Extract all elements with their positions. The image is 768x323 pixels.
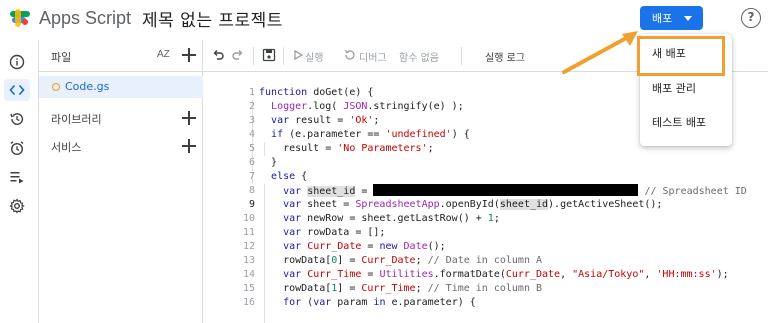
- code-text: rowData[0] = Curr_Date; // Date in colum…: [259, 255, 542, 266]
- line-number: 7: [248, 171, 255, 182]
- code-line: 15 rowData[1] = Curr_Time; // Time in co…: [203, 282, 768, 296]
- alarm-icon: [10, 141, 24, 156]
- executions-nav[interactable]: [4, 166, 30, 188]
- code-line: 13 rowData[0] = Curr_Date; // Date in co…: [203, 254, 768, 268]
- line-number: 9: [248, 199, 255, 210]
- add-library-icon[interactable]: [182, 111, 196, 125]
- code-text: function doGet(e) {: [259, 87, 374, 98]
- files-panel: 파일 AZ Code.gs 라이브러리 서비스: [38, 40, 204, 323]
- code-text: var result = 'Ok';: [271, 115, 380, 126]
- line-number: 10: [242, 213, 255, 224]
- settings-nav[interactable]: [4, 195, 30, 217]
- deploy-button-label: 배포: [652, 12, 673, 25]
- libraries-section: 라이브러리: [39, 105, 204, 131]
- line-number: 12: [242, 241, 255, 252]
- chevron-down-icon: [684, 16, 692, 21]
- app-name: Apps Script: [39, 8, 132, 28]
- left-rail: [0, 40, 36, 323]
- code-line: 12 var Curr_Date = new Date();: [203, 240, 768, 254]
- save-icon[interactable]: [262, 48, 276, 62]
- project-title[interactable]: 제목 없는 프로젝트: [142, 6, 283, 31]
- file-item-code-gs[interactable]: Code.gs: [39, 76, 203, 98]
- sort-az-icon[interactable]: AZ: [157, 49, 170, 60]
- redo-icon[interactable]: [231, 48, 245, 62]
- code-text: var newRow = sheet.getLastRow() + 1;: [283, 213, 500, 224]
- code-line: 6 }: [203, 156, 768, 170]
- triggers-nav[interactable]: [4, 137, 30, 159]
- toolbar-separator: [253, 47, 254, 65]
- services-label: 서비스: [51, 141, 82, 154]
- code-text: Logger.log( JSON.stringify(e) );: [271, 101, 464, 112]
- code-line: 10 var newRow = sheet.getLastRow() + 1;: [203, 212, 768, 226]
- executions-icon: [10, 172, 24, 184]
- redacted-block: [373, 184, 639, 196]
- editor-nav[interactable]: [4, 79, 30, 101]
- code-line: 9 var sheet = SpreadsheetApp.openById(sh…: [203, 198, 768, 212]
- execution-log-button[interactable]: 실행 로그: [485, 49, 525, 64]
- line-number: 6: [248, 157, 255, 168]
- run-button-label[interactable]: 실행: [305, 49, 323, 64]
- undo-icon[interactable]: [211, 48, 225, 62]
- apps-script-logo: [10, 9, 30, 27]
- code-text: if (e.parameter == 'undefined') {: [271, 129, 470, 140]
- code-text: var Curr_Time = Utilities.formatDate(Cur…: [283, 269, 729, 280]
- code-line: 7 else {: [203, 170, 768, 184]
- line-number: 3: [248, 115, 255, 126]
- menu-item-manage-deployments[interactable]: 배포 관리: [640, 75, 732, 103]
- file-unsaved-dot-icon: [52, 83, 60, 91]
- toolbar-separator: [461, 47, 462, 65]
- line-number: 8: [248, 185, 255, 196]
- debug-icon[interactable]: [343, 48, 357, 62]
- code-line: 11 var rowData = [];: [203, 226, 768, 240]
- menu-item-test-deployments[interactable]: 테스트 배포: [640, 109, 732, 137]
- triggers-history-nav[interactable]: [4, 108, 30, 130]
- history-icon: [10, 113, 24, 125]
- code-text: var sheet = SpreadsheetApp.openById(shee…: [283, 199, 663, 210]
- code-text: else {: [271, 171, 308, 182]
- line-number: 2: [248, 101, 255, 112]
- services-section: 서비스: [39, 133, 204, 159]
- line-number: 16: [242, 297, 255, 308]
- deploy-button[interactable]: 배포: [640, 6, 703, 30]
- code-line: 14 var Curr_Time = Utilities.formatDate(…: [203, 268, 768, 282]
- annotation-highlight-box: [637, 36, 725, 76]
- code-text: result = 'No Parameters';: [259, 143, 434, 154]
- add-service-icon[interactable]: [182, 139, 196, 153]
- line-number: 5: [248, 143, 255, 154]
- function-select[interactable]: 함수 없음: [399, 49, 439, 64]
- line-number: 11: [242, 227, 255, 238]
- libraries-label: 라이브러리: [51, 113, 102, 126]
- overview-nav[interactable]: [4, 51, 30, 73]
- play-icon[interactable]: [291, 48, 305, 62]
- line-number: 14: [242, 269, 255, 280]
- code-text: var rowData = [];: [283, 227, 386, 238]
- code-line: 16 for (var param in e.parameter) {: [203, 296, 768, 310]
- files-header: 파일 AZ: [39, 40, 204, 72]
- gear-icon: [9, 198, 25, 214]
- code-text: for (var param in e.parameter) {: [283, 297, 476, 308]
- info-icon: [9, 54, 25, 70]
- debug-button-label[interactable]: 디버그: [359, 49, 387, 64]
- line-number: 13: [242, 255, 255, 266]
- files-label: 파일: [51, 51, 72, 64]
- code-line: 8 var sheet_id = // Spreadsheet ID: [203, 184, 768, 198]
- code-text: rowData[1] = Curr_Time; // Time in colum…: [259, 283, 542, 294]
- code-text: var sheet_id = // Spreadsheet ID: [283, 184, 747, 197]
- line-number: 15: [242, 283, 255, 294]
- help-icon[interactable]: ?: [741, 8, 761, 28]
- toolbar-separator: [283, 47, 284, 65]
- code-text: var Curr_Date = new Date();: [283, 241, 446, 252]
- code-text: }: [259, 157, 278, 168]
- line-number: 1: [248, 87, 255, 98]
- file-name: Code.gs: [65, 80, 110, 93]
- add-file-icon[interactable]: [182, 48, 196, 62]
- line-number: 4: [248, 129, 255, 140]
- code-icon: [9, 84, 25, 96]
